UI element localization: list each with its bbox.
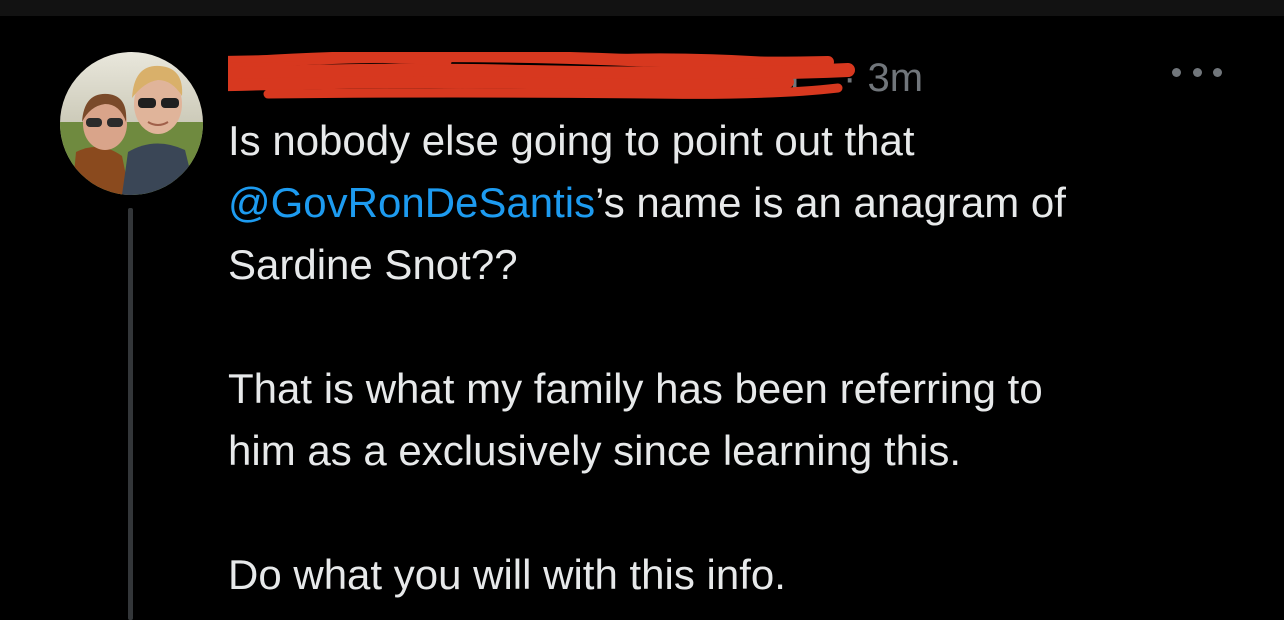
tweet-header: el · 3m — [228, 52, 988, 100]
tweet-line-2: @GovRonDeSantis’s name is an anagram of — [228, 172, 1248, 234]
tweet-line-6: Do what you will with this info. — [228, 551, 786, 598]
dot — [1213, 67, 1222, 77]
top-bar — [0, 0, 1284, 16]
more-options-icon[interactable] — [1172, 60, 1222, 84]
dot — [1192, 67, 1202, 77]
dot — [1172, 67, 1181, 77]
name-redaction-scribble — [228, 52, 855, 99]
tweet-body: Is nobody else going to point out that @… — [228, 110, 1248, 606]
tweet-line-5: him as a exclusively since learning this… — [228, 427, 961, 474]
tweet-meta: · 3m — [843, 56, 923, 100]
tweet-timestamp[interactable]: 3m — [867, 56, 923, 100]
tweet-line-3: Sardine Snot?? — [228, 241, 518, 288]
tweet-line-4: That is what my family has been referrin… — [228, 365, 1043, 412]
meta-separator: · — [843, 56, 857, 100]
tweet-line-1: Is nobody else going to point out that — [228, 117, 915, 164]
avatar[interactable] — [60, 52, 203, 195]
tweet-line-2-text: ’s name is an anagram of — [595, 179, 1066, 226]
thread-connector-line — [128, 208, 133, 620]
mention-link[interactable]: @GovRonDeSantis — [228, 179, 595, 226]
